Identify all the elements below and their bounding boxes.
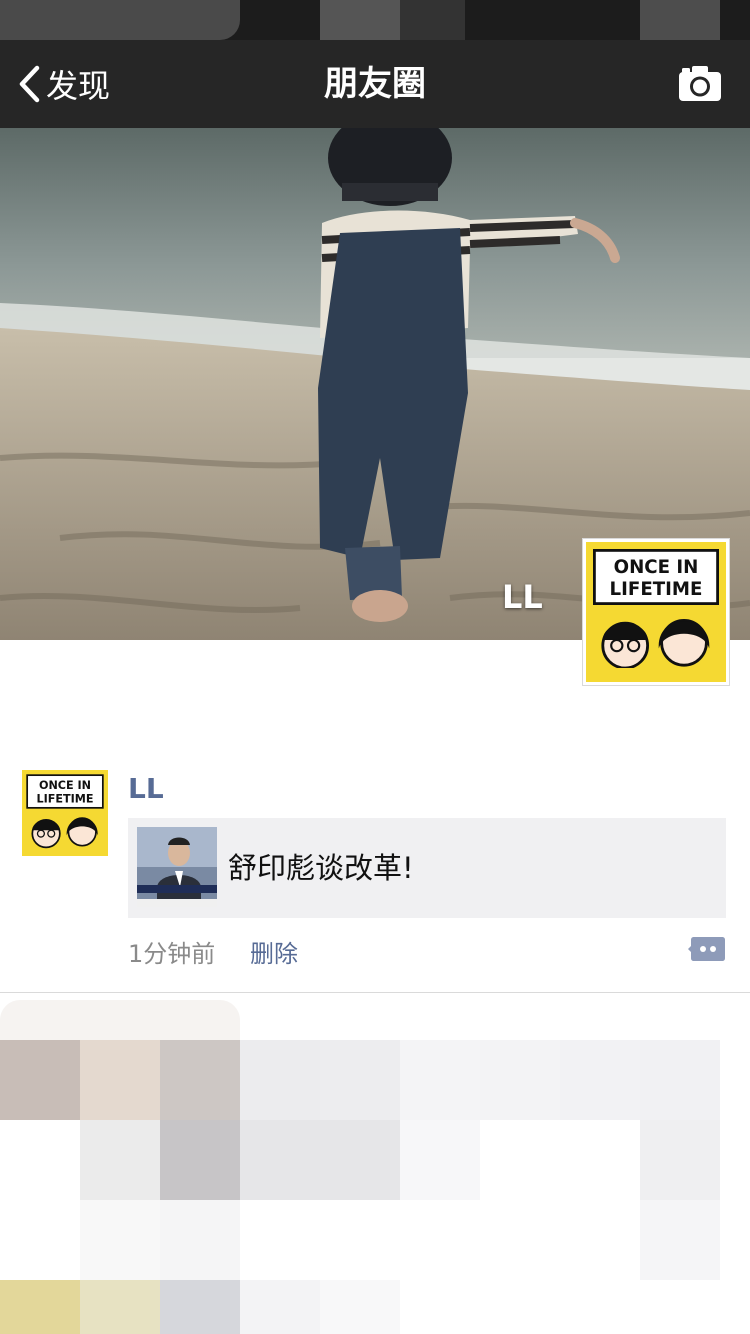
blur-cell (160, 1040, 240, 1120)
avatar-image: ONCE IN LIFETIME (22, 770, 108, 856)
status-blur (400, 0, 465, 40)
blur-cell (320, 1280, 400, 1334)
avatar-text-line2: LIFETIME (36, 793, 93, 806)
avatar-text-line1: ONCE IN (39, 779, 91, 792)
post-author-avatar[interactable]: ONCE IN LIFETIME (22, 770, 108, 856)
blur-cell (560, 1040, 640, 1120)
status-blur (320, 0, 400, 40)
blur-cell (400, 1040, 480, 1120)
blur-cell (160, 1280, 240, 1334)
blur-cell (240, 1280, 320, 1334)
back-label: 发现 (46, 67, 111, 105)
profile-avatar[interactable]: ONCE IN LIFETIME (582, 538, 730, 686)
blur-cell (240, 1040, 320, 1120)
blur-cell (320, 1120, 400, 1200)
blur-cell (0, 1280, 80, 1334)
delete-button[interactable]: 删除 (250, 934, 298, 969)
blur-cell (80, 1040, 160, 1120)
shared-link-card[interactable]: 舒印彪谈改革! (128, 818, 726, 918)
blur-cell (160, 1200, 240, 1280)
status-blur (640, 0, 720, 40)
avatar-image: ONCE IN LIFETIME (586, 542, 726, 682)
status-blur (0, 0, 240, 40)
blur-cell (160, 1120, 240, 1200)
blur-cell (320, 1040, 400, 1120)
avatar-text-line1: ONCE IN (614, 557, 699, 578)
blur-cell (640, 1040, 720, 1120)
blur-cell (480, 1040, 560, 1120)
chevron-left-icon (19, 65, 40, 103)
avatar-text-line2: LIFETIME (610, 579, 703, 600)
page-title: 朋友圈 (324, 64, 426, 104)
blur-cell (640, 1200, 720, 1280)
back-button[interactable]: 发现 (18, 40, 110, 128)
blur-cell (0, 1000, 240, 1040)
camera-icon[interactable] (678, 62, 722, 106)
blur-cell (0, 1040, 80, 1120)
blurred-feed-area (0, 993, 750, 1334)
post-author-name[interactable]: LL (128, 772, 164, 805)
blur-cell (640, 1120, 720, 1200)
status-bar (0, 0, 750, 40)
cover-user-name: LL (502, 578, 543, 616)
blur-cell (80, 1200, 160, 1280)
link-title: 舒印彪谈改革! (228, 851, 414, 885)
blur-cell (240, 1120, 320, 1200)
thumbnail-image (137, 827, 217, 907)
blur-cell (80, 1280, 160, 1334)
comment-icon[interactable] (688, 935, 726, 963)
link-thumbnail (137, 827, 217, 907)
blur-cell (400, 1120, 480, 1200)
blur-cell (80, 1120, 160, 1200)
post-timestamp: 1分钟前 (128, 940, 216, 968)
nav-bar: 发现 朋友圈 (0, 40, 750, 128)
